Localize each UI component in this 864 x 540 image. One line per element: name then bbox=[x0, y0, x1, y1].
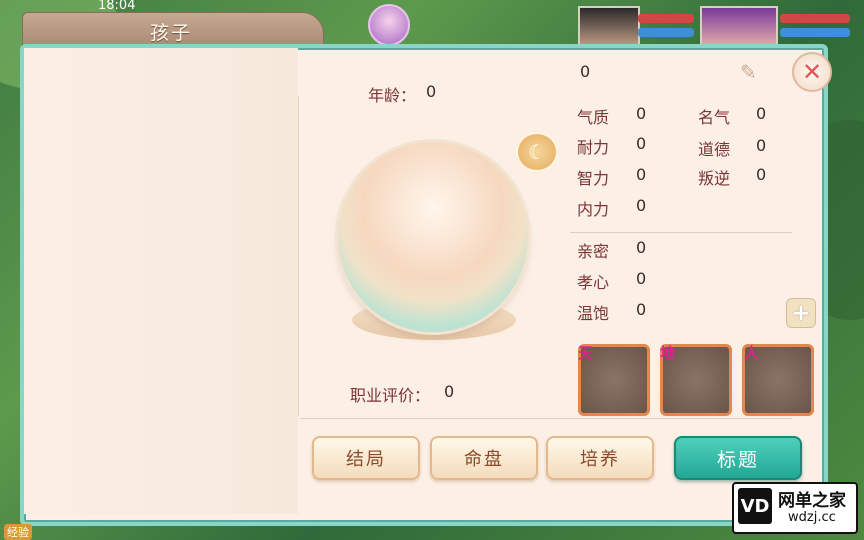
close-button[interactable]: ✕ bbox=[792, 52, 832, 92]
pen-icon[interactable]: ✎ bbox=[740, 60, 764, 84]
stat-value: 0 bbox=[636, 238, 647, 257]
career-label: 职业评价： bbox=[350, 386, 431, 405]
titles-button[interactable]: 标题 bbox=[674, 436, 802, 480]
moon-button[interactable]: ☾ bbox=[516, 132, 558, 172]
stat-value: 0 bbox=[636, 104, 647, 123]
top-bar: 18:04 孩子 bbox=[0, 0, 864, 50]
watermark-url: wdzj.cc bbox=[788, 510, 836, 525]
age-label: 年龄： bbox=[368, 86, 417, 105]
stat-value: 0 bbox=[636, 269, 647, 288]
divider bbox=[298, 96, 299, 416]
add-button[interactable]: + bbox=[786, 298, 816, 328]
stat-label: 亲密 bbox=[577, 242, 610, 261]
stat-value: 0 bbox=[636, 300, 647, 319]
watermark-title: 网单之家 bbox=[778, 491, 846, 511]
stat-value: 0 bbox=[756, 165, 767, 184]
stat-value: 0 bbox=[756, 104, 767, 123]
stat-label: 耐力 bbox=[577, 138, 610, 157]
train-button[interactable]: 培养 bbox=[546, 436, 654, 480]
stat-label: 孝心 bbox=[577, 273, 610, 292]
child-name-value: 0 bbox=[580, 62, 591, 81]
stat-label: 叛逆 bbox=[698, 169, 731, 188]
divider bbox=[300, 418, 792, 419]
stat-label: 温饱 bbox=[577, 304, 610, 323]
hp-bar bbox=[638, 14, 694, 23]
career-value: 0 bbox=[444, 382, 455, 401]
avatar[interactable] bbox=[368, 4, 410, 46]
fate-button[interactable]: 命盘 bbox=[430, 436, 538, 480]
watermark-logo: VD bbox=[738, 488, 772, 524]
divider bbox=[570, 232, 792, 233]
mp-bar bbox=[638, 28, 694, 37]
moon-icon: ☾ bbox=[528, 140, 546, 164]
watermark: VD 网单之家 wdzj.cc bbox=[732, 482, 858, 534]
slot-tag: 地 bbox=[660, 344, 676, 362]
slot-tag: 天 bbox=[578, 344, 594, 362]
stat-label: 名气 bbox=[698, 108, 731, 127]
age-value: 0 bbox=[426, 82, 437, 101]
child-portrait-orb bbox=[338, 142, 528, 332]
stat-label: 内力 bbox=[577, 200, 610, 219]
stat-value: 0 bbox=[636, 165, 647, 184]
hp-bar bbox=[780, 14, 850, 23]
window-title: 孩子 bbox=[150, 22, 193, 44]
mp-bar bbox=[780, 28, 850, 37]
stat-label: 智力 bbox=[577, 169, 610, 188]
ending-button[interactable]: 结局 bbox=[312, 436, 420, 480]
child-list-area bbox=[24, 48, 298, 514]
stat-label: 道德 bbox=[698, 140, 731, 159]
close-icon: ✕ bbox=[801, 58, 823, 86]
slot-tag: 人 bbox=[744, 344, 760, 362]
stat-label: 气质 bbox=[577, 108, 610, 127]
exp-tag: 经验 bbox=[4, 524, 32, 540]
plus-icon: + bbox=[791, 300, 811, 326]
stat-value: 0 bbox=[636, 134, 647, 153]
stat-value: 0 bbox=[636, 196, 647, 215]
stat-value: 0 bbox=[756, 136, 767, 155]
